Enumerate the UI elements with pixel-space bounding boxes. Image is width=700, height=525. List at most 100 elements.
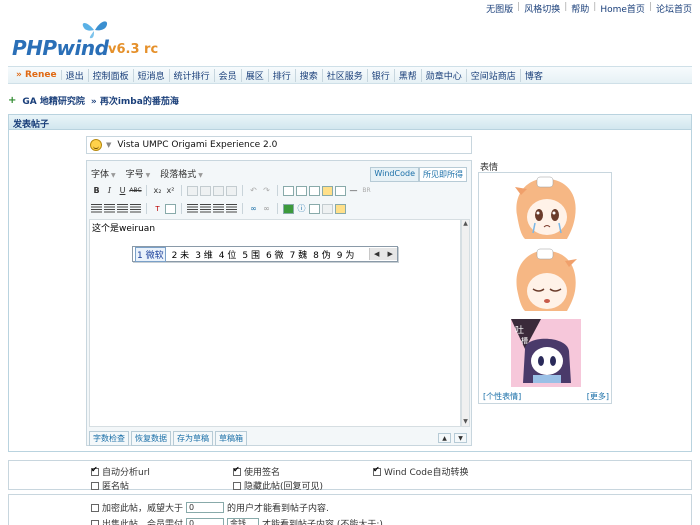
- font-size-dropdown[interactable]: 字号 ▼: [126, 167, 151, 180]
- ime-next-icon[interactable]: ▶: [388, 250, 393, 258]
- site-logo[interactable]: PHPwind v6.3 rc: [12, 18, 172, 64]
- sale-icon[interactable]: [309, 203, 320, 214]
- info-icon[interactable]: ⓘ: [296, 203, 307, 214]
- nav-members[interactable]: 会员: [215, 68, 242, 82]
- restore-data-button[interactable]: 恢复数据: [131, 431, 171, 446]
- ime-candidate[interactable]: 6 微: [266, 248, 284, 261]
- insert-flash-icon[interactable]: [296, 185, 307, 196]
- underline-button[interactable]: U: [117, 185, 128, 196]
- auto-url-checkbox[interactable]: [91, 465, 99, 476]
- ime-candidate[interactable]: 5 围: [242, 248, 260, 261]
- notes-icon[interactable]: [335, 203, 346, 214]
- nav-showcase[interactable]: 展区: [242, 68, 269, 82]
- shrink-editor-button[interactable]: ▼: [454, 433, 467, 443]
- emote-crying-girl-icon[interactable]: [511, 175, 581, 243]
- copy-icon[interactable]: [187, 185, 198, 196]
- insert-file-icon[interactable]: [322, 185, 333, 196]
- ime-candidate[interactable]: 3 维: [195, 248, 213, 261]
- outdent-icon[interactable]: [213, 204, 224, 213]
- link-home[interactable]: Home首页: [600, 2, 645, 15]
- link-icon[interactable]: ∞: [248, 203, 259, 214]
- align-center-icon[interactable]: [104, 204, 115, 213]
- scroll-down-icon[interactable]: ▼: [462, 418, 469, 426]
- word-count-button[interactable]: 字数检查: [89, 431, 129, 446]
- more-emote-link[interactable]: [更多]: [587, 391, 609, 402]
- undo-icon[interactable]: ↶: [248, 185, 259, 196]
- expand-icon[interactable]: +: [8, 95, 16, 106]
- nav-leaderboard[interactable]: 排行: [269, 68, 296, 82]
- breadcrumb-forum[interactable]: GA 地精研究院: [22, 94, 85, 107]
- ime-candidate[interactable]: 2 未: [172, 248, 190, 261]
- align-left-icon[interactable]: [91, 204, 102, 213]
- paste-icon[interactable]: [213, 185, 224, 196]
- strikethrough-button[interactable]: ABC: [129, 185, 141, 196]
- breadcrumb-thread[interactable]: » 再次imba的番茄海: [91, 94, 179, 107]
- anonymous-checkbox[interactable]: [91, 481, 99, 490]
- drafts-button[interactable]: 草稿箱: [215, 431, 247, 446]
- ime-prev-icon[interactable]: ◀: [374, 250, 379, 258]
- emote-manga-girl-icon[interactable]: 吐 槽: [511, 319, 581, 387]
- nav-medals[interactable]: 勋章中心: [422, 68, 467, 82]
- tab-wysiwyg[interactable]: 所见即所得: [419, 167, 467, 182]
- encrypt-checkbox[interactable]: [91, 503, 99, 512]
- option-auto-url[interactable]: 自动分析url: [91, 465, 150, 478]
- ime-candidate[interactable]: 8 伪: [313, 248, 331, 261]
- unlink-icon[interactable]: ∞: [261, 203, 272, 214]
- indent-icon[interactable]: [226, 204, 237, 213]
- windcode-checkbox[interactable]: [373, 465, 381, 476]
- font-family-dropdown[interactable]: 字体 ▼: [91, 167, 116, 180]
- tab-windcode[interactable]: WindCode: [370, 167, 419, 182]
- italic-button[interactable]: I: [104, 185, 115, 196]
- nav-bank[interactable]: 银行: [368, 68, 395, 82]
- line-break-button[interactable]: BR: [361, 185, 372, 196]
- link-help[interactable]: 帮助: [571, 2, 589, 15]
- ordered-list-icon[interactable]: [187, 204, 198, 213]
- nav-search[interactable]: 搜索: [296, 68, 323, 82]
- link-no-image[interactable]: 无图版: [486, 2, 513, 15]
- sell-price-input[interactable]: 0: [186, 518, 225, 525]
- cut-icon[interactable]: [200, 185, 211, 196]
- signature-checkbox[interactable]: [233, 465, 241, 476]
- nav-logout[interactable]: 退出: [62, 68, 89, 82]
- smiley-icon[interactable]: [90, 139, 102, 151]
- nav-community[interactable]: 社区服务: [323, 68, 368, 82]
- nav-ranking[interactable]: 统计排行: [170, 68, 215, 82]
- background-color-icon[interactable]: [165, 203, 176, 214]
- redo-icon[interactable]: ↷: [261, 185, 272, 196]
- hide-checkbox[interactable]: [233, 481, 241, 490]
- edit-icon[interactable]: [322, 203, 333, 214]
- eraser-icon[interactable]: [226, 185, 237, 196]
- align-right-icon[interactable]: [117, 204, 128, 213]
- ime-candidate[interactable]: 1 微软: [135, 246, 166, 262]
- nav-control-panel[interactable]: 控制面板: [89, 68, 134, 82]
- insert-media-icon[interactable]: [309, 185, 320, 196]
- ime-candidate[interactable]: 4 位: [219, 248, 237, 261]
- insert-table-icon[interactable]: [335, 185, 346, 196]
- ime-candidate[interactable]: 7 魏: [290, 248, 308, 261]
- unordered-list-icon[interactable]: [200, 204, 211, 213]
- nav-messages[interactable]: 短消息: [134, 68, 170, 82]
- option-hide[interactable]: 隐藏此帖(回复可见): [233, 479, 323, 492]
- subscript-button[interactable]: x₂: [152, 185, 163, 196]
- option-anonymous[interactable]: 匿名帖: [91, 479, 129, 492]
- emote-sleepy-girl-icon[interactable]: [511, 247, 581, 315]
- encrypt-threshold-input[interactable]: 0: [186, 502, 225, 513]
- paragraph-dropdown[interactable]: 段落格式 ▼: [160, 167, 203, 180]
- editor-scrollbar[interactable]: ▲ ▼: [461, 219, 470, 427]
- nav-shop[interactable]: 空间站商店: [467, 68, 521, 82]
- sell-checkbox[interactable]: [91, 519, 99, 525]
- chevron-down-icon[interactable]: ▼: [106, 141, 111, 149]
- currency-select[interactable]: 金钱: [227, 518, 260, 525]
- horizontal-rule-icon[interactable]: —: [348, 185, 359, 196]
- save-draft-button[interactable]: 存为草稿: [173, 431, 213, 446]
- ime-candidate[interactable]: 9 为: [337, 248, 355, 261]
- title-field[interactable]: ▼ Vista UMPC Origami Experience 2.0: [86, 136, 472, 154]
- align-justify-icon[interactable]: [130, 204, 141, 213]
- title-input-value[interactable]: Vista UMPC Origami Experience 2.0: [117, 140, 277, 150]
- option-signature[interactable]: 使用签名: [233, 465, 280, 478]
- nav-gang[interactable]: 黑帮: [395, 68, 422, 82]
- text-color-icon[interactable]: T: [152, 203, 163, 214]
- link-forum-home[interactable]: 论坛首页: [656, 2, 692, 15]
- bold-button[interactable]: B: [91, 185, 102, 196]
- nav-blog[interactable]: 博客: [521, 69, 547, 82]
